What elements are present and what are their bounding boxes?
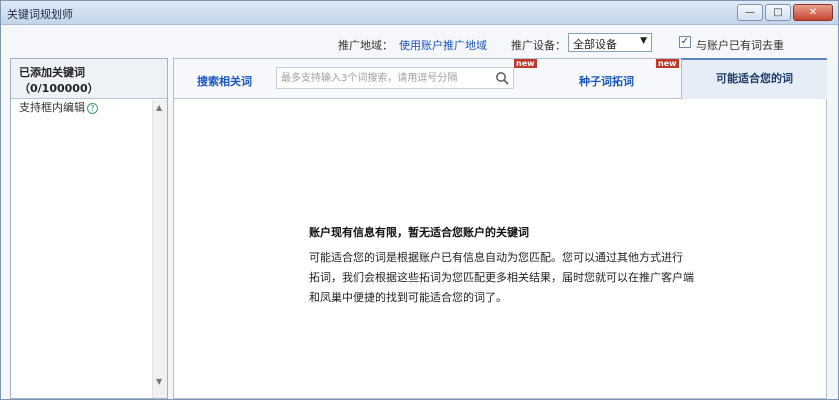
keyword-search-input[interactable] bbox=[277, 68, 487, 88]
device-select-value: 全部设备 bbox=[573, 38, 617, 51]
vertical-scrollbar[interactable]: ▲ ▼ bbox=[152, 100, 167, 398]
new-badge: new bbox=[514, 59, 537, 68]
empty-state-message: 账户现有信息有限，暂无适合您账户的关键词 可能适合您的词是根据账户已有信息自动为… bbox=[309, 224, 719, 308]
keyword-search-box bbox=[276, 67, 514, 89]
window-title: 关键词规划师 bbox=[7, 8, 73, 21]
empty-state-line: 可能适合您的词是根据账户已有信息自动为您匹配。您可以通过其他方式进行 bbox=[309, 251, 683, 264]
added-keywords-title: 已添加关键词（0/100000） bbox=[19, 66, 99, 95]
tab-suggested-keywords[interactable]: 可能适合您的词 bbox=[681, 58, 827, 99]
maximize-button[interactable]: □ bbox=[765, 4, 791, 21]
tab-seed-expansion[interactable]: 种子词拓词 bbox=[579, 73, 634, 89]
region-link[interactable]: 使用账户推广地域 bbox=[399, 37, 487, 53]
minimize-button[interactable]: — bbox=[737, 4, 763, 21]
search-icon[interactable] bbox=[495, 71, 509, 85]
added-keywords-header: 已添加关键词（0/100000） 支持框内编辑? bbox=[11, 59, 167, 114]
dedupe-label: 与账户已有词去重 bbox=[696, 39, 784, 52]
main-panel: 搜索相关词 new 种子词拓词 new 可能适合您的词 账户现有信息有限，暂无适… bbox=[173, 58, 827, 399]
title-bar[interactable]: 关键词规划师 — □ ✕ bbox=[1, 1, 838, 25]
scroll-up-icon[interactable]: ▲ bbox=[156, 103, 162, 112]
added-keywords-editor[interactable] bbox=[11, 100, 152, 398]
new-badge: new bbox=[656, 59, 679, 68]
tab-search-related[interactable]: 搜索相关词 bbox=[197, 73, 252, 89]
dedupe-checkbox[interactable]: ✓ bbox=[679, 36, 691, 48]
chevron-down-icon: ▼ bbox=[640, 36, 647, 46]
scroll-down-icon[interactable]: ▼ bbox=[156, 377, 162, 386]
app-window: 关键词规划师 — □ ✕ 推广地域： 使用账户推广地域 推广设备： 全部设备 ▼… bbox=[0, 0, 839, 400]
window-controls: — □ ✕ bbox=[737, 4, 833, 21]
added-keywords-panel: 已添加关键词（0/100000） 支持框内编辑? ▲ ▼ bbox=[10, 58, 168, 399]
device-select[interactable]: 全部设备 ▼ bbox=[568, 33, 652, 52]
close-button[interactable]: ✕ bbox=[793, 4, 833, 21]
device-label: 推广设备： bbox=[511, 39, 566, 52]
empty-state-line: 拓词，我们会根据这些拓词为您匹配更多相关结果，届时您就可以在推广客户端 bbox=[309, 271, 694, 284]
empty-state-line: 和凤巢中便捷的找到可能适合您的词了。 bbox=[309, 291, 507, 304]
tab-bar: 搜索相关词 new 种子词拓词 new 可能适合您的词 bbox=[174, 58, 827, 99]
settings-bar: 推广地域： 使用账户推广地域 推广设备： 全部设备 ▼ ✓ 与账户已有词去重 bbox=[1, 26, 838, 58]
empty-state-heading: 账户现有信息有限，暂无适合您账户的关键词 bbox=[309, 226, 529, 239]
region-label: 推广地域： bbox=[338, 39, 393, 52]
